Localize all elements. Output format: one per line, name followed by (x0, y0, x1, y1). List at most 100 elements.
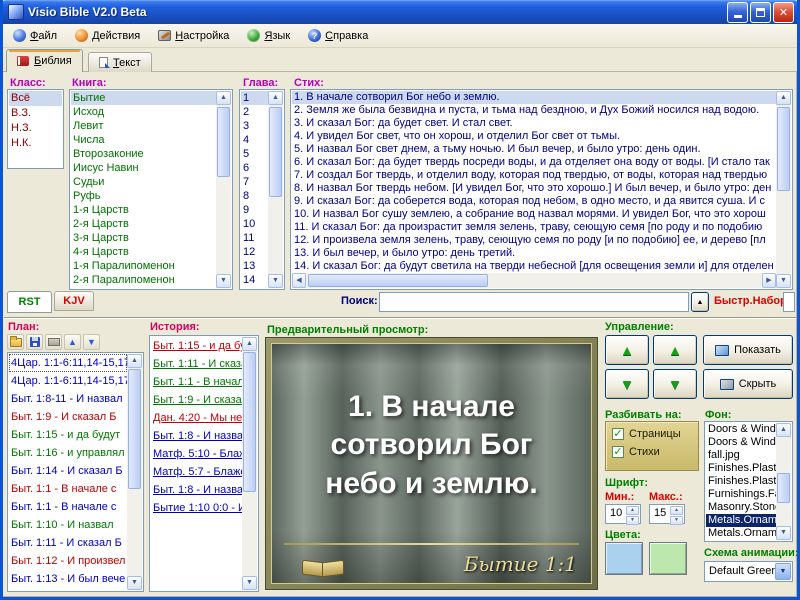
list-item[interactable]: Исход (71, 105, 216, 119)
history-list[interactable]: Быт. 1:15 - и да будуБыт. 1:11 - И сказа… (149, 335, 259, 592)
list-item[interactable]: 4Цар. 1:1-6:11,14-15,17 (9, 354, 127, 372)
font-max-spinner[interactable]: 15 ▲▼ (649, 504, 685, 524)
show-button[interactable]: Показать (703, 335, 793, 365)
scroll-thumb[interactable] (217, 107, 230, 177)
list-item[interactable]: Быт. 1:14 - И сказал Б (9, 462, 127, 480)
scroll-up-icon[interactable]: ▲ (776, 423, 791, 437)
plan-move-down-button[interactable]: ▼ (83, 334, 100, 350)
spin-down-icon[interactable]: ▼ (626, 516, 639, 525)
scroll-down-icon[interactable]: ▼ (216, 274, 231, 288)
list-item[interactable]: 7 (241, 175, 268, 189)
background-list[interactable]: Doors & WindowDoors & Windowfall.jpgFini… (704, 421, 793, 542)
list-item[interactable]: Быт. 1:16 - и управлял (9, 444, 127, 462)
list-item[interactable]: Дан. 4:20 - Мы не (151, 409, 242, 427)
list-item[interactable]: Матф. 5:10 - Блажен (151, 445, 242, 463)
list-item[interactable]: 9. И сказал Бог: да соберется вода, кото… (292, 195, 776, 208)
scroll-up-icon[interactable]: ▲ (216, 91, 231, 105)
animation-select[interactable]: Default Green ▼ (704, 561, 793, 582)
list-item[interactable]: Быт. 1:8 - И назвал (151, 427, 242, 445)
list-item[interactable]: Быт. 1:8-11 - И назвал (9, 390, 127, 408)
scroll-up-icon[interactable]: ▲ (127, 354, 142, 368)
list-item[interactable]: 9 (241, 203, 268, 217)
scroll-up-icon[interactable]: ▲ (268, 91, 283, 105)
scroll-down-icon[interactable]: ▼ (242, 576, 257, 590)
scroll-up-icon[interactable]: ▲ (242, 337, 257, 351)
list-item[interactable]: Иисус Навин (71, 161, 216, 175)
search-up-button[interactable]: ▲ (691, 292, 709, 312)
menu-language[interactable]: Язык (238, 26, 299, 45)
list-item[interactable]: 8. И назвал Бог твердь небом. [И увидел … (292, 182, 776, 195)
list-item[interactable]: 6. И сказал Бог: да будет твердь посреди… (292, 156, 776, 169)
list-item[interactable]: Бытие (71, 91, 216, 105)
list-item[interactable]: 1-я Паралипоменон (71, 259, 216, 273)
list-item[interactable]: Бытие 1:10 0:0 - И н (151, 499, 242, 517)
plan-move-up-button[interactable]: ▲ (64, 334, 81, 350)
plan-save-button[interactable] (26, 334, 43, 350)
list-item[interactable]: Быт. 1:12 - И произвел (9, 552, 127, 570)
list-item[interactable]: 7. И создал Бог твердь, и отделил воду, … (292, 169, 776, 182)
list-item[interactable]: 3 (241, 119, 268, 133)
scroll-thumb[interactable] (308, 274, 488, 287)
close-button[interactable]: ✕ (773, 2, 794, 23)
menu-actions[interactable]: Действия (66, 26, 149, 45)
menu-settings[interactable]: Настройка (149, 27, 238, 45)
list-item[interactable]: 5. И назвал Бог свет днем, а тьму ночью.… (292, 143, 776, 156)
scroll-thumb[interactable] (243, 352, 256, 492)
list-item[interactable]: 2 (241, 105, 268, 119)
history-scrollbar[interactable]: ▲ ▼ (242, 337, 257, 590)
scroll-down-icon[interactable]: ▼ (776, 274, 791, 288)
split-verses-checkbox[interactable]: ✓ Стихи (612, 446, 692, 458)
chapter-list[interactable]: 1234567891011121314 ▲ ▼ (239, 89, 285, 290)
list-item[interactable]: Быт. 1:9 - И сказал (151, 391, 242, 409)
list-item[interactable]: Быт. 1:1 - В начале с (9, 498, 127, 516)
list-item[interactable]: fall.jpg (706, 449, 776, 462)
list-item[interactable]: 13. И был вечер, и было утро: день трети… (292, 247, 776, 260)
list-item[interactable]: Быт. 1:15 - и да буду (151, 337, 242, 355)
scroll-thumb[interactable] (269, 107, 282, 197)
list-item[interactable]: 1. В начале сотворил Бог небо и землю. (292, 91, 776, 104)
list-item[interactable]: Finishes.Plaster. (706, 475, 776, 488)
color-swatch-green[interactable] (649, 542, 687, 575)
combo-arrow-icon[interactable]: ▼ (775, 563, 791, 580)
class-list[interactable]: ВсёВ.З.Н.З.Н.К. (7, 89, 64, 169)
list-item[interactable]: Быт. 1:11 - И сказал (151, 355, 242, 373)
list-item[interactable]: Судьи (71, 175, 216, 189)
list-item[interactable]: 14. И сказал Бог: да будут светила на тв… (292, 260, 776, 272)
plan-scrollbar[interactable]: ▲ ▼ (127, 354, 142, 590)
list-item[interactable]: Masonry.Stone.I (706, 501, 776, 514)
list-item[interactable]: 2-я Царств (71, 217, 216, 231)
list-item[interactable]: 1-я Царств (71, 203, 216, 217)
list-item[interactable]: Быт. 1:9 - И сказал Б (9, 408, 127, 426)
title-bar[interactable]: Visio Bible V2.0 Beta ✕ (0, 0, 800, 24)
list-item[interactable]: Metals.Ornamer (706, 527, 776, 540)
scroll-down-icon[interactable]: ▼ (268, 274, 283, 288)
menu-help[interactable]: Справка (299, 26, 377, 45)
menu-file[interactable]: Файл (4, 26, 66, 45)
list-item[interactable]: 4 (241, 133, 268, 147)
font-min-spinner[interactable]: 10 ▲▼ (605, 504, 641, 524)
list-item[interactable]: Doors & Window (706, 423, 776, 436)
list-item[interactable]: Metals.Ornamer (706, 514, 776, 527)
list-item[interactable]: Руфь (71, 189, 216, 203)
plan-print-button[interactable] (45, 334, 62, 350)
list-item[interactable]: Быт. 1:8 - И назвал (151, 481, 242, 499)
scroll-left-icon[interactable]: ◀ (292, 273, 306, 288)
prev-verse-button[interactable]: ▲ (605, 335, 649, 365)
list-item[interactable]: Быт. 1:1 - В начале (151, 373, 242, 391)
color-swatch-blue[interactable] (605, 542, 643, 575)
verse-vscrollbar[interactable]: ▲ ▼ (776, 91, 791, 288)
next-verse-button[interactable]: ▼ (605, 369, 649, 399)
tab-text[interactable]: Текст (88, 52, 152, 72)
scroll-thumb[interactable] (777, 107, 790, 191)
list-item[interactable]: Н.К. (9, 136, 62, 151)
list-item[interactable]: Числа (71, 133, 216, 147)
list-item[interactable]: Быт. 1:15 - и да будут (9, 426, 127, 444)
list-item[interactable]: 10 (241, 217, 268, 231)
tab-bible[interactable]: Библия (6, 49, 83, 72)
list-item[interactable]: Левит (71, 119, 216, 133)
plan-list[interactable]: 4Цар. 1:1-6:11,14-15,174Цар. 1:1-6:11,14… (7, 352, 144, 592)
list-item[interactable]: Finishes.Plaster. (706, 462, 776, 475)
hide-button[interactable]: Скрыть (703, 369, 793, 399)
scroll-thumb[interactable] (777, 473, 790, 503)
spin-up-icon[interactable]: ▲ (670, 506, 683, 515)
